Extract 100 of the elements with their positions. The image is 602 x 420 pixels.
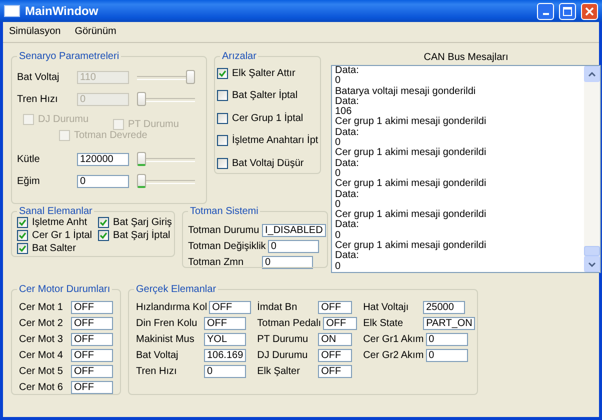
checkbox[interactable] [98,217,110,228]
log-line: Cer grup 1 akimi mesaji gonderildi [335,148,488,159]
field-label: DJ Durumu [257,350,309,360]
field-label: Tren Hızı [136,366,178,376]
scroll-up-icon[interactable] [584,66,600,82]
text-field[interactable]: OFF [318,348,352,362]
window-icon [4,5,20,17]
close-icon [585,6,594,16]
text-field[interactable]: OFF [71,348,113,362]
checkbox[interactable] [217,158,228,169]
text-field[interactable]: I_DISABLED [262,224,326,236]
field-label: İmdat Bn [257,302,298,312]
checkbox[interactable] [217,68,228,79]
checkbox-label[interactable]: Bat Şarj İptal [113,230,170,241]
field-label: Kütle [17,154,41,164]
log-line: Batarya voltaji mesaji gonderildi [335,86,477,97]
minimize-icon [542,12,548,14]
text-field[interactable]: OFF [71,316,113,330]
log-line: Data: [335,190,360,200]
text-field[interactable]: 120000 [77,152,129,166]
scroll-down-icon[interactable] [584,256,600,272]
checkbox-label[interactable]: İşletme Anahtarı İpt [232,135,318,146]
group-title: Senaryo Parametreleri [17,51,122,62]
log-line: 0 [335,200,342,210]
field-label: Cer Mot 3 [19,334,64,344]
log-line: 0 [335,76,342,87]
field-label: Bat Voltaj [136,350,180,360]
field-label: Tren Hızı [17,94,59,104]
checkbox[interactable] [217,112,228,124]
checkbox-label[interactable]: Cer Grup 1 İptal [232,112,304,124]
checkbox[interactable] [17,217,28,228]
menu-item[interactable]: Simülasyon [9,26,61,38]
minimize-button[interactable] [537,2,554,20]
field-label: Totman Değişiklik [188,240,266,252]
text-field[interactable]: OFF [71,332,113,346]
log-line: 0 [335,262,342,272]
checkbox[interactable] [98,230,110,241]
slider-thumb[interactable] [137,174,146,188]
slider-track[interactable] [137,91,195,107]
checkbox[interactable] [217,90,228,102]
checkbox-label[interactable]: Bat Şalter İptal [232,90,298,102]
text-field[interactable]: 0 [77,174,129,188]
menu-item[interactable]: Görünüm [74,26,116,38]
window-title: MainWindow [25,4,100,18]
maximize-button[interactable] [559,2,576,20]
group-title: Sanal Elemanlar [17,206,94,217]
group-title: Cer Motor Durumları [17,284,112,295]
text-field[interactable]: 0 [426,332,468,346]
checkbox[interactable] [217,135,228,146]
field-label: Elk State [363,318,404,328]
checkmark-icon [219,70,226,77]
group-title: Totman Sistemi [188,206,260,217]
log-line: 0 [335,168,342,179]
log-line: Data: [335,251,359,262]
field-label: Elk Şalter [257,366,301,376]
scrollbar[interactable] [584,66,600,272]
log-line: 0 [335,230,342,241]
text-field[interactable]: OFF [204,316,246,330]
field-label: Cer Mot 2 [19,318,64,328]
log-line: Cer grup 1 akimi mesaji gonderildi [335,210,488,220]
text-field[interactable]: OFF [71,380,113,394]
text-field[interactable]: OFF [71,300,113,314]
text-field[interactable]: 0 [426,348,468,362]
field-label: PT Durumu [257,334,310,344]
log-line: Data: [335,220,359,231]
checkbox-label[interactable]: Bat Şarj Giriş [113,217,172,228]
slider-thumb[interactable] [137,152,146,166]
text-field[interactable]: 106.169 [204,348,246,362]
slider-track[interactable] [137,151,195,167]
field-label: Cer Mot 4 [19,350,64,360]
scroll-thumb[interactable] [584,246,600,256]
text-field[interactable]: OFF [318,300,352,314]
text-field[interactable]: 25000 [423,300,466,314]
checkbox[interactable] [17,243,28,254]
checkbox-label[interactable]: Cer Gr 1 İptal [32,230,92,241]
text-field[interactable]: OFF [318,364,352,378]
text-field[interactable]: 0 [268,240,319,252]
text-field[interactable]: OFF [71,364,113,378]
text-field[interactable]: OFF [323,316,358,330]
field-label: Hızlandırma Kol [136,302,208,312]
slider-track[interactable] [137,69,195,85]
text-field[interactable]: 0 [262,256,313,268]
checkbox[interactable] [17,230,28,241]
close-button[interactable] [581,2,598,20]
group-title: Arızalar [220,51,258,62]
text-field[interactable]: PART_ON [423,316,476,330]
field-label: Cer Mot 5 [19,366,64,376]
checkbox-label[interactable]: İşletme Anht [32,217,88,228]
text-field[interactable]: OFF [209,300,252,314]
text-field[interactable]: YOL [204,332,246,346]
slider-track[interactable] [137,173,195,189]
field-label: Cer Gr1 Akım [363,334,424,344]
checkbox-label[interactable]: Bat Voltaj Düşür [232,158,304,169]
maximize-icon [563,6,572,16]
text-field[interactable]: ON [318,332,352,346]
log-line: Data: [335,66,360,76]
text-field[interactable]: 0 [204,364,246,378]
checkbox-label[interactable]: Elk Şalter Attır [232,68,296,79]
checkbox-label[interactable]: Bat Salter [32,243,76,254]
field-label: Bat Voltaj [17,72,60,82]
